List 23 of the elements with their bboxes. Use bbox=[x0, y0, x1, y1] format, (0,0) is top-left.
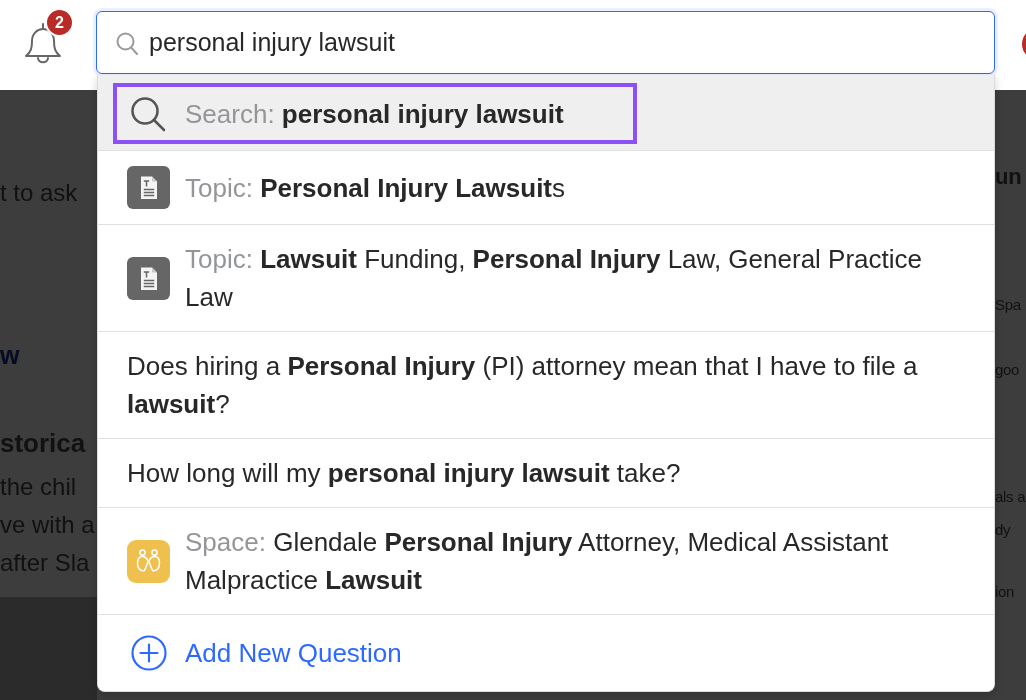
plus-circle-icon bbox=[131, 635, 167, 671]
notification-badge: 2 bbox=[45, 8, 74, 37]
search-suggestion[interactable]: Search: personal injury lawsuit bbox=[98, 75, 994, 151]
space-suggestion[interactable]: Space: Glendale Personal Injury Attorney, Medical Assistant Malpractice Lawsuit bbox=[98, 508, 994, 615]
topic-suggestion[interactable]: Topic: Personal Injury Lawsuits bbox=[98, 151, 994, 225]
add-question-item[interactable]: Add New Question bbox=[98, 615, 994, 691]
topic-suggestion[interactable]: Topic: Lawsuit Funding, Personal Injury Law, General Practice Law bbox=[98, 225, 994, 332]
question-suggestion[interactable]: Does hiring a Personal Injury (PI) attorney mean that I have to file a lawsuit? bbox=[98, 332, 994, 439]
question-text: How long will my personal injury lawsuit take? bbox=[127, 457, 682, 490]
topic-text: Topic: Lawsuit Funding, Personal Injury Law, General Practice Law bbox=[185, 243, 923, 314]
background-text: w bbox=[0, 340, 20, 371]
search-icon bbox=[116, 32, 138, 55]
search-field[interactable]: personal injury lawsuit bbox=[96, 11, 995, 74]
question-text: Does hiring a Personal Injury (PI) attorney mean that I have to file a lawsuit? bbox=[127, 350, 919, 421]
people-icon bbox=[127, 539, 170, 583]
topic-text: Topic: Personal Injury Lawsuits bbox=[185, 171, 566, 205]
question-suggestion[interactable]: How long will my personal injury lawsuit take? bbox=[98, 439, 994, 508]
document-icon bbox=[127, 166, 170, 209]
document-icon bbox=[127, 256, 170, 300]
add-question-link[interactable]: Add New Question bbox=[185, 634, 402, 672]
space-text: Space: Glendale Personal Injury Attorney, Medical Assistant Malpractice Lawsuit bbox=[185, 526, 890, 597]
search-query-text: Search: personal injury lawsuit bbox=[185, 97, 565, 131]
search-icon bbox=[130, 95, 166, 132]
